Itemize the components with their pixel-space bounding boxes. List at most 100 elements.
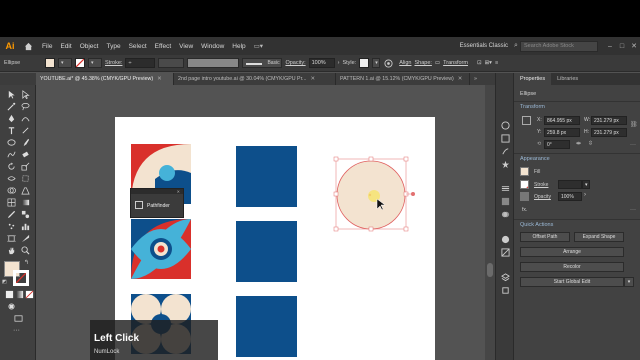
scale-tool-icon[interactable]	[19, 161, 31, 171]
start-global-edit-button[interactable]: Start Global Edit	[520, 277, 624, 287]
stroke-swatch[interactable]	[520, 180, 529, 189]
align-label[interactable]: Align	[399, 60, 411, 66]
arrange-button[interactable]: Arrange	[520, 247, 624, 257]
graphic-styles-panel-icon[interactable]	[500, 247, 510, 257]
stroke-dropdown[interactable]: ▾	[88, 58, 102, 68]
brushes-panel-icon[interactable]	[500, 146, 510, 156]
flip-vertical-icon[interactable]: ⇳	[588, 140, 593, 147]
lasso-tool-icon[interactable]	[19, 101, 31, 111]
tab-2nd-page[interactable]: 2nd page intro youtube.ai @ 30.04% (CMYK…	[174, 73, 336, 85]
edit-toolbar-icon[interactable]: ···	[13, 327, 20, 334]
artboard-tool-icon[interactable]	[5, 233, 17, 243]
curvature-tool-icon[interactable]	[19, 113, 31, 123]
stroke-weight-field[interactable]: ÷	[125, 58, 156, 68]
pathfinder-panel[interactable]: Pathfinder ✕	[130, 188, 184, 218]
scrollbar-thumb[interactable]	[487, 263, 493, 277]
menu-object[interactable]: Object	[76, 43, 103, 50]
fill-swatch[interactable]	[520, 167, 529, 176]
opacity-field[interactable]: 100%	[308, 58, 335, 68]
symbol-sprayer-tool-icon[interactable]	[5, 221, 17, 231]
stroke-color-swatch[interactable]	[13, 270, 29, 286]
select-similar-icon[interactable]: ⊞▾	[485, 60, 492, 66]
opacity-arrow-icon[interactable]: ›	[584, 192, 586, 198]
tab-pattern[interactable]: PATTERN 1.ai @ 15.12% (CMYK/GPU Preview)…	[336, 73, 470, 85]
draw-mode-icon[interactable]	[5, 301, 17, 311]
column-graph-tool-icon[interactable]	[19, 221, 31, 231]
menu-view[interactable]: View	[175, 43, 197, 50]
isolate-icon[interactable]: ⊡	[477, 60, 482, 66]
tab-youtube[interactable]: YOUTUBE.ai* @ 45.38% (CMYK/GPU Preview) ✕	[36, 73, 174, 85]
navy-square-2[interactable]	[236, 221, 297, 282]
artboards-panel-icon[interactable]	[500, 285, 510, 295]
close-icon[interactable]: ✕	[177, 189, 180, 194]
eraser-tool-icon[interactable]	[19, 149, 31, 159]
style-swatch[interactable]	[359, 58, 370, 68]
more-options-icon[interactable]: ···	[630, 142, 636, 148]
close-icon[interactable]: ✕	[310, 76, 314, 82]
vertical-scrollbar[interactable]	[485, 85, 495, 360]
fx-button[interactable]: fx.	[522, 207, 527, 213]
swap-fill-stroke-icon[interactable]: ↰	[24, 259, 29, 266]
color-panel-icon[interactable]	[500, 120, 510, 130]
global-edit-options-icon[interactable]: ▾	[624, 277, 634, 287]
navy-square-3[interactable]	[236, 296, 297, 357]
stroke-weight-field[interactable]	[558, 180, 582, 189]
opacity-label[interactable]: Opacity	[534, 194, 551, 200]
perspective-grid-tool-icon[interactable]	[19, 185, 31, 195]
fill-swatch[interactable]	[45, 58, 55, 68]
variable-width-dropdown[interactable]	[158, 58, 185, 68]
flip-horizontal-icon[interactable]: ⇹	[576, 140, 581, 147]
constrain-proportions-icon[interactable]: ⛓	[630, 121, 638, 128]
stroke-swatch[interactable]	[75, 58, 85, 68]
ellipse-tool-icon[interactable]	[5, 137, 17, 147]
fill-dropdown[interactable]: ▾	[58, 58, 72, 68]
stock-search-input[interactable]: Search Adobe Stock	[520, 40, 598, 52]
magic-wand-tool-icon[interactable]	[5, 101, 17, 111]
stroke-label[interactable]: Stroke	[534, 182, 548, 188]
eyedropper-tool-icon[interactable]	[5, 209, 17, 219]
type-tool-icon[interactable]	[5, 125, 17, 135]
hand-tool-icon[interactable]	[5, 245, 17, 255]
menu-type[interactable]: Type	[102, 43, 124, 50]
canvas-area[interactable]: Pathfinder ✕	[37, 85, 485, 360]
shape-label[interactable]: Shape:	[414, 60, 431, 66]
shaper-tool-icon[interactable]	[5, 149, 17, 159]
style-dropdown[interactable]: ▾	[372, 58, 381, 68]
navy-square-1[interactable]	[236, 146, 297, 207]
w-field[interactable]: 231.279 px	[591, 116, 627, 125]
panel-menu-icon[interactable]: ≡	[495, 60, 498, 66]
zoom-tool-icon[interactable]	[19, 245, 31, 255]
menu-effect[interactable]: Effect	[151, 43, 176, 50]
opacity-arrow-icon[interactable]: ›	[338, 60, 340, 66]
menu-help[interactable]: Help	[228, 43, 249, 50]
shape-builder-tool-icon[interactable]	[5, 185, 17, 195]
maximize-icon[interactable]: □	[616, 43, 628, 50]
workspace-switcher[interactable]: Essentials Classic	[460, 43, 508, 49]
tab-properties[interactable]: Properties	[514, 73, 552, 85]
recolor-icon[interactable]	[383, 58, 393, 68]
close-icon[interactable]: ✕	[458, 76, 462, 82]
menu-window[interactable]: Window	[197, 43, 228, 50]
x-field[interactable]: 864.955 px	[544, 116, 580, 125]
menu-edit[interactable]: Edit	[56, 43, 75, 50]
none-mode-icon[interactable]	[23, 289, 35, 299]
reference-point-icon[interactable]	[522, 116, 531, 125]
shape-icon[interactable]: ▭	[435, 60, 440, 66]
swatches-panel-icon[interactable]	[500, 133, 510, 143]
home-icon[interactable]	[22, 40, 34, 52]
stroke-label[interactable]: Stroke:	[105, 60, 122, 66]
rotate-field[interactable]: 0°	[544, 140, 570, 149]
transform-label[interactable]: Transform	[443, 60, 468, 66]
gradient-panel-icon[interactable]	[500, 196, 510, 206]
free-transform-tool-icon[interactable]	[19, 173, 31, 183]
brush-dropdown[interactable]	[187, 58, 240, 68]
selection-tool-icon[interactable]	[5, 89, 17, 99]
stroke-weight-dropdown[interactable]: ▾	[582, 180, 590, 189]
expand-shape-button[interactable]: Expand Shape	[574, 232, 624, 242]
pen-tool-icon[interactable]	[5, 113, 17, 123]
y-field[interactable]: 259.8 px	[544, 128, 580, 137]
rotate-tool-icon[interactable]	[5, 161, 17, 171]
close-icon[interactable]: ✕	[628, 42, 640, 50]
slice-tool-icon[interactable]	[19, 233, 31, 243]
gradient-tool-icon[interactable]	[19, 197, 31, 207]
